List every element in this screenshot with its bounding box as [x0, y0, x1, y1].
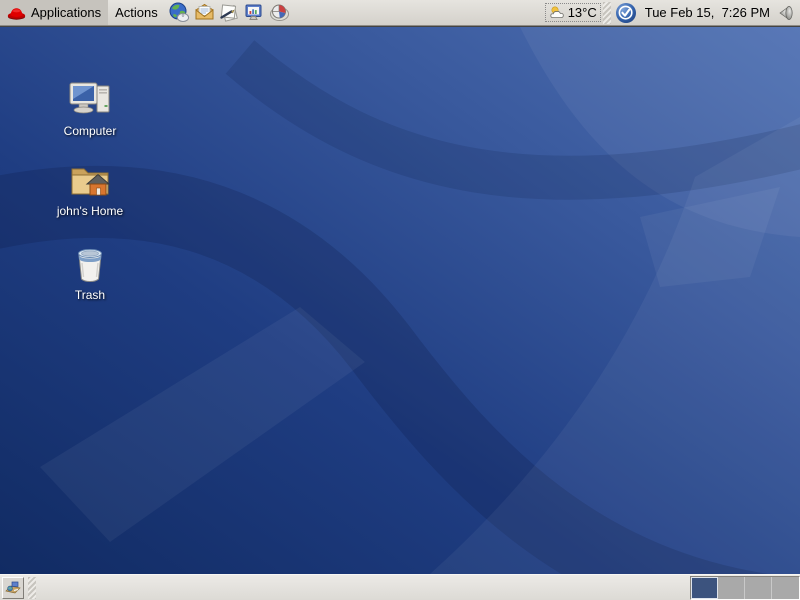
- web-browser-launcher-icon[interactable]: [169, 2, 191, 24]
- computer-icon: [68, 79, 112, 121]
- desktop-icon-home[interactable]: john's Home: [42, 159, 138, 218]
- actions-menu[interactable]: Actions: [108, 0, 165, 25]
- top-panel: Applications Actions: [0, 0, 800, 26]
- applications-menu-label: Applications: [31, 5, 101, 20]
- email-launcher-icon[interactable]: [194, 2, 216, 24]
- spreadsheet-launcher-icon[interactable]: [269, 2, 291, 24]
- workspace-3[interactable]: [745, 577, 772, 599]
- weather-applet[interactable]: 13°C: [545, 3, 601, 22]
- desktop-icon-label: Computer: [62, 124, 119, 138]
- workspace-switcher: [690, 576, 800, 600]
- partly-cloudy-icon: [549, 5, 567, 20]
- desktop-icon-trash[interactable]: Trash: [42, 243, 138, 302]
- applications-menu[interactable]: Applications: [0, 0, 108, 25]
- desktop[interactable]: Computer john's Home: [0, 27, 800, 574]
- presentation-launcher-icon[interactable]: [244, 2, 266, 24]
- volume-icon[interactable]: [776, 3, 796, 23]
- bottom-panel: [0, 574, 800, 600]
- gnome-desktop-screen: Applications Actions: [0, 0, 800, 600]
- show-desktop-button[interactable]: [2, 577, 24, 599]
- workspace-1[interactable]: [691, 577, 718, 599]
- workspace-4[interactable]: [772, 577, 799, 599]
- desktop-icon-computer[interactable]: Computer: [42, 79, 138, 138]
- workspace-2[interactable]: [718, 577, 745, 599]
- desktop-icon-label: john's Home: [55, 204, 125, 218]
- desktop-icon-label: Trash: [73, 288, 107, 302]
- home-folder-icon: [67, 159, 113, 201]
- word-processor-launcher-icon[interactable]: [219, 2, 241, 24]
- trash-can-icon: [70, 243, 110, 285]
- redhat-logo-icon: [7, 5, 26, 21]
- actions-menu-label: Actions: [115, 5, 158, 20]
- clock-applet[interactable]: Tue Feb 15, 7:26 PM: [639, 5, 776, 20]
- applet-drag-handle[interactable]: [603, 2, 611, 24]
- weather-temperature: 13°C: [568, 5, 597, 20]
- update-notifier-icon[interactable]: [615, 2, 637, 24]
- tasklist-drag-handle[interactable]: [28, 577, 36, 599]
- show-desktop-icon: [4, 579, 22, 597]
- launcher-icons: [169, 2, 291, 24]
